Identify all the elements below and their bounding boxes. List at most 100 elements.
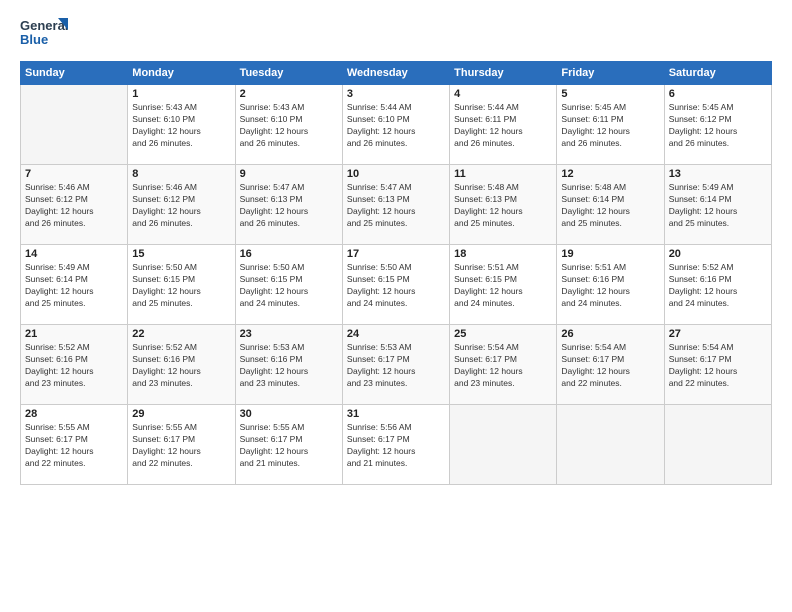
sunrise-text: Sunrise: 5:55 AM xyxy=(25,422,90,432)
sunrise-text: Sunrise: 5:47 AM xyxy=(240,182,305,192)
calendar-cell xyxy=(21,85,128,165)
sunset-text: Sunset: 6:10 PM xyxy=(132,114,195,124)
daylight-text: Daylight: 12 hoursand 23 minutes. xyxy=(240,366,309,388)
calendar-cell: 21Sunrise: 5:52 AMSunset: 6:16 PMDayligh… xyxy=(21,325,128,405)
day-info: Sunrise: 5:51 AMSunset: 6:15 PMDaylight:… xyxy=(454,262,552,310)
day-number: 30 xyxy=(240,408,338,420)
sunrise-text: Sunrise: 5:47 AM xyxy=(347,182,412,192)
weekday-header-monday: Monday xyxy=(128,62,235,85)
sunrise-text: Sunrise: 5:46 AM xyxy=(25,182,90,192)
day-number: 26 xyxy=(561,328,659,340)
day-info: Sunrise: 5:48 AM Sunset: 6:14 PM Daylight:… xyxy=(561,182,659,230)
daylight-text: Daylight: 12 hoursand 25 minutes. xyxy=(669,206,738,228)
sunrise-text: Sunrise: 5:55 AM xyxy=(132,422,197,432)
calendar-cell: 25Sunrise: 5:54 AMSunset: 6:17 PMDayligh… xyxy=(450,325,557,405)
daylight-text: Daylight: 12 hoursand 26 minutes. xyxy=(132,126,201,148)
sunset-text: Sunset: 6:14 PM xyxy=(669,194,732,204)
calendar-cell: 20 Sunrise: 5:52 AM Sunset: 6:16 PM Dayligh… xyxy=(664,245,771,325)
day-number: 20 xyxy=(669,248,767,260)
daylight-text: Daylight: 12 hoursand 24 minutes. xyxy=(669,286,738,308)
day-number: 16 xyxy=(240,248,338,260)
day-number: 28 xyxy=(25,408,123,420)
daylight-text: Daylight: 12 hoursand 22 minutes. xyxy=(132,446,201,468)
sunset-text: Sunset: 6:14 PM xyxy=(561,194,624,204)
daylight-text: Daylight: 12 hoursand 25 minutes. xyxy=(347,206,416,228)
day-info: Sunrise: 5:48 AMSunset: 6:13 PMDaylight:… xyxy=(454,182,552,230)
sunrise-text: Sunrise: 5:45 AM xyxy=(669,102,734,112)
day-number: 4 xyxy=(454,88,552,100)
daylight-text: Daylight: 12 hoursand 22 minutes. xyxy=(25,446,94,468)
calendar-cell: 31Sunrise: 5:56 AMSunset: 6:17 PMDayligh… xyxy=(342,405,449,485)
calendar-cell: 23Sunrise: 5:53 AMSunset: 6:16 PMDayligh… xyxy=(235,325,342,405)
calendar-cell: 6Sunrise: 5:45 AMSunset: 6:12 PMDaylight… xyxy=(664,85,771,165)
calendar-cell: 15 Sunrise: 5:50 AMSunset: 6:15 PMDayligh… xyxy=(128,245,235,325)
weekday-header-sunday: Sunday xyxy=(21,62,128,85)
day-info: Sunrise: 5:52 AM Sunset: 6:16 PM Daylight:… xyxy=(669,262,767,310)
sunset-text: Sunset: 6:15 PM xyxy=(454,274,517,284)
day-info: Sunrise: 5:54 AMSunset: 6:17 PMDaylight:… xyxy=(669,342,767,390)
weekday-header-friday: Friday xyxy=(557,62,664,85)
week-row-4: 28 Sunrise: 5:55 AM Sunset: 6:17 PM Dayligh… xyxy=(21,405,772,485)
calendar-cell: 30Sunrise: 5:55 AMSunset: 6:17 PMDayligh… xyxy=(235,405,342,485)
day-number: 5 xyxy=(561,88,659,100)
sunset-text: Sunset: 6:16 PM xyxy=(132,354,195,364)
daylight-text: Daylight: 12 hoursand 24 minutes. xyxy=(454,286,523,308)
day-info: Sunrise: 5:43 AMSunset: 6:10 PMDaylight:… xyxy=(132,102,230,150)
day-number: 29 xyxy=(132,408,230,420)
daylight-text: Daylight: 12 hoursand 25 minutes. xyxy=(561,206,630,228)
day-info: Sunrise: 5:50 AMSunset: 6:15 PMDaylight:… xyxy=(132,262,230,310)
week-row-0: 1Sunrise: 5:43 AMSunset: 6:10 PMDaylight… xyxy=(21,85,772,165)
day-info: Sunrise: 5:49 AM Sunset: 6:14 PM Daylight:… xyxy=(669,182,767,230)
sunrise-text: Sunrise: 5:56 AM xyxy=(347,422,412,432)
sunset-text: Sunset: 6:16 PM xyxy=(25,354,88,364)
sunset-text: Sunset: 6:16 PM xyxy=(561,274,624,284)
day-number: 10 xyxy=(347,168,445,180)
day-number: 12 xyxy=(561,168,659,180)
daylight-text: Daylight: 12 hoursand 24 minutes. xyxy=(240,286,309,308)
sunset-text: Sunset: 6:17 PM xyxy=(132,434,195,444)
day-number: 2 xyxy=(240,88,338,100)
calendar-cell: 29 Sunrise: 5:55 AM Sunset: 6:17 PM Dayligh… xyxy=(128,405,235,485)
calendar-cell: 16Sunrise: 5:50 AMSunset: 6:15 PMDayligh… xyxy=(235,245,342,325)
day-info: Sunrise: 5:54 AMSunset: 6:17 PMDaylight:… xyxy=(561,342,659,390)
calendar-cell: 22Sunrise: 5:52 AMSunset: 6:16 PMDayligh… xyxy=(128,325,235,405)
sunrise-text: Sunrise: 5:44 AM xyxy=(454,102,519,112)
day-info: Sunrise: 5:45 AMSunset: 6:11 PMDaylight:… xyxy=(561,102,659,150)
calendar-cell: 8Sunrise: 5:46 AMSunset: 6:12 PMDaylight… xyxy=(128,165,235,245)
day-number: 18 xyxy=(454,248,552,260)
sunrise-text: Sunrise: 5:43 AM xyxy=(240,102,305,112)
sunrise-text: Sunrise: 5:49 AM xyxy=(25,262,90,272)
sunset-text: Sunset: 6:16 PM xyxy=(669,274,732,284)
calendar-cell: 14Sunrise: 5:49 AMSunset: 6:14 PMDayligh… xyxy=(21,245,128,325)
sunset-text: Sunset: 6:17 PM xyxy=(454,354,517,364)
daylight-text: Daylight: 12 hoursand 24 minutes. xyxy=(561,286,630,308)
day-info: Sunrise: 5:55 AM Sunset: 6:17 PM Daylight:… xyxy=(132,422,230,470)
day-info: Sunrise: 5:45 AMSunset: 6:12 PMDaylight:… xyxy=(669,102,767,150)
sunset-text: Sunset: 6:17 PM xyxy=(347,434,410,444)
sunset-text: Sunset: 6:11 PM xyxy=(561,114,623,124)
daylight-text: Daylight: 12 hoursand 21 minutes. xyxy=(240,446,309,468)
sunset-text: Sunset: 6:16 PM xyxy=(240,354,303,364)
calendar-cell: 12 Sunrise: 5:48 AM Sunset: 6:14 PM Dayligh… xyxy=(557,165,664,245)
sunrise-text: Sunrise: 5:49 AM xyxy=(669,182,734,192)
calendar-cell: 26 Sunrise: 5:54 AMSunset: 6:17 PMDayligh… xyxy=(557,325,664,405)
day-info: Sunrise: 5:47 AMSunset: 6:13 PMDaylight:… xyxy=(240,182,338,230)
sunrise-text: Sunrise: 5:45 AM xyxy=(561,102,626,112)
day-number: 27 xyxy=(669,328,767,340)
day-number: 24 xyxy=(347,328,445,340)
sunrise-text: Sunrise: 5:53 AM xyxy=(240,342,305,352)
day-number: 19 xyxy=(561,248,659,260)
weekday-header-thursday: Thursday xyxy=(450,62,557,85)
sunrise-text: Sunrise: 5:52 AM xyxy=(669,262,734,272)
day-number: 21 xyxy=(25,328,123,340)
day-number: 7 xyxy=(25,168,123,180)
calendar-cell: 19Sunrise: 5:51 AMSunset: 6:16 PMDayligh… xyxy=(557,245,664,325)
sunrise-text: Sunrise: 5:48 AM xyxy=(561,182,626,192)
calendar-cell xyxy=(664,405,771,485)
day-number: 15 xyxy=(132,248,230,260)
day-info: Sunrise: 5:47 AMSunset: 6:13 PMDaylight:… xyxy=(347,182,445,230)
day-info: Sunrise: 5:56 AMSunset: 6:17 PMDaylight:… xyxy=(347,422,445,470)
daylight-text: Daylight: 12 hoursand 26 minutes. xyxy=(132,206,201,228)
week-row-2: 14Sunrise: 5:49 AMSunset: 6:14 PMDayligh… xyxy=(21,245,772,325)
week-row-3: 21Sunrise: 5:52 AMSunset: 6:16 PMDayligh… xyxy=(21,325,772,405)
